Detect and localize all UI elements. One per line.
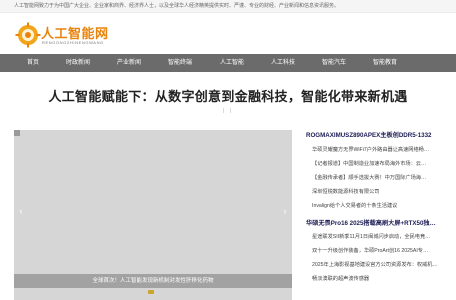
- announcement-text: 人工智能网致力于为中国广大企业、企业家和商界、经济界人士，以及全球华人经济精英提…: [14, 3, 340, 9]
- nav-ai[interactable]: 人工智能: [220, 54, 244, 72]
- nav-ai-tech[interactable]: 人工科技: [271, 54, 295, 72]
- sidebar-news-item[interactable]: 深圳恒锐数能源科技有限公司: [312, 188, 452, 195]
- slider-next-icon[interactable]: ›: [280, 202, 290, 220]
- nav-home[interactable]: 首页: [27, 54, 39, 72]
- nav-smart-car[interactable]: 智能汽车: [322, 54, 346, 72]
- slider-prev-icon[interactable]: ‹: [16, 202, 26, 220]
- sidebar-news-item[interactable]: 2025年上海影视基地建设官方公司资源发布：权威机…: [312, 261, 452, 268]
- nav-smart-education[interactable]: 智能教育: [373, 54, 397, 72]
- sidebar-news-item[interactable]: 【金融传承者】顺手选拔大赛！中万国际广场海…: [312, 174, 452, 181]
- site-logo[interactable]: 人工智能网 RENGONGZHINENGWANG: [15, 20, 115, 50]
- sidebar-news-item[interactable]: 畅淡澳联的超声波传感器: [312, 275, 452, 282]
- sidebar-section-title[interactable]: ROGMAXIMUSZ890APEX主板创DDR5-1332: [306, 130, 452, 139]
- brain-gear-logo-icon: [15, 22, 41, 48]
- nav-politics-news[interactable]: 时政新闻: [66, 54, 90, 72]
- sidebar-news-item[interactable]: 华硕灵耀魔方无界WiFi7户外路由器让高速网络畅…: [312, 146, 452, 153]
- headline-title[interactable]: 人工智能赋能下：从数字创意到金融科技，智能化带来新机遇: [0, 86, 456, 105]
- nav-industry-news[interactable]: 产业新闻: [117, 54, 141, 72]
- sidebar-news-item[interactable]: 【记者报道】中国制造业加速布局海外市场：云…: [312, 160, 452, 167]
- slider-active-dot[interactable]: [148, 290, 154, 294]
- featured-slider[interactable]: ‹ › 全球首次！人工智能发现新机制对发性肝移化药物: [14, 130, 292, 300]
- main-nav: 首页 时政新闻 产业新闻 智能终端 人工智能 人工科技 智能汽车 智能教育: [0, 54, 456, 72]
- slider-corner-mark: [14, 130, 20, 136]
- slider-caption[interactable]: 全球首次！人工智能发现新机制对发性肝移化药物: [14, 274, 292, 288]
- sidebar-news-item[interactable]: 双十一升级创作装备，华硕ProArt创16 2025AI专…: [312, 247, 452, 254]
- logo-name-en: RENGONGZHINENGWANG: [42, 40, 104, 45]
- top-announcement-bar: 人工智能网致力于为中国广大企业、企业家和商界、经济界人士，以及全球华人经济精英提…: [0, 0, 456, 13]
- headline-pager: | |: [223, 108, 233, 114]
- sidebar-section-title[interactable]: 华硕无畏Pro16 2025搭载高刷大屏+RTX50独…: [306, 218, 452, 227]
- nav-smart-terminal[interactable]: 智能终端: [168, 54, 192, 72]
- sidebar-news-item[interactable]: 星途联发SII新季11月1日闽城闪步启动，全民电竞…: [312, 233, 452, 240]
- sidebar-news-item[interactable]: Invalign给个人交易者的十条生活建议: [312, 202, 452, 209]
